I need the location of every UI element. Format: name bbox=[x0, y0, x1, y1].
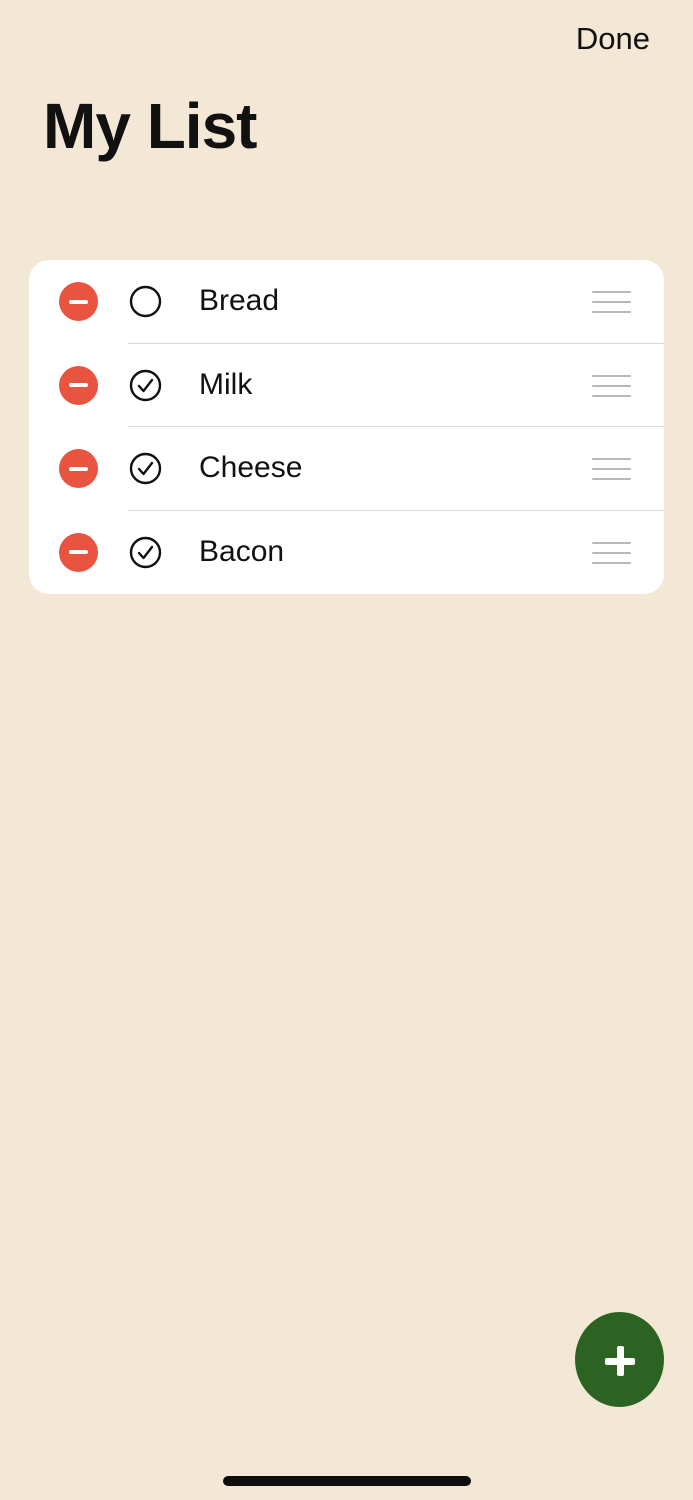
check-toggle[interactable] bbox=[129, 285, 162, 318]
done-button[interactable]: Done bbox=[576, 20, 650, 58]
checkmark-circle-icon bbox=[129, 536, 162, 568]
minus-icon bbox=[69, 466, 88, 471]
check-toggle[interactable] bbox=[129, 452, 162, 485]
list-item-label[interactable]: Milk bbox=[199, 364, 252, 406]
circle-icon bbox=[129, 285, 162, 318]
delete-item-button[interactable] bbox=[59, 282, 98, 321]
minus-icon bbox=[69, 299, 88, 304]
list-item: Cheese bbox=[29, 427, 664, 511]
add-item-button[interactable] bbox=[575, 1312, 664, 1407]
minus-icon bbox=[69, 550, 88, 554]
drag-handle-icon[interactable] bbox=[592, 541, 631, 564]
drag-handle-icon[interactable] bbox=[592, 458, 631, 480]
delete-item-button[interactable] bbox=[59, 449, 98, 488]
list-item-label[interactable]: Cheese bbox=[199, 447, 302, 489]
checkmark-circle-icon bbox=[129, 452, 162, 485]
list-item: Bread bbox=[29, 260, 664, 344]
list-item: Bacon bbox=[29, 511, 664, 595]
list-card: Bread Milk Cheese Bacon bbox=[29, 260, 664, 594]
check-toggle[interactable] bbox=[129, 369, 162, 402]
page-title: My List bbox=[43, 90, 257, 162]
drag-handle-icon[interactable] bbox=[592, 374, 631, 397]
delete-item-button[interactable] bbox=[59, 365, 98, 405]
list-item-label[interactable]: Bread bbox=[199, 280, 279, 322]
list-item: Milk bbox=[29, 344, 664, 427]
check-toggle[interactable] bbox=[129, 536, 162, 569]
list-item-label[interactable]: Bacon bbox=[199, 531, 284, 573]
checkmark-circle-icon bbox=[129, 369, 162, 401]
plus-icon bbox=[616, 1346, 624, 1376]
home-indicator[interactable] bbox=[223, 1476, 471, 1486]
drag-handle-icon[interactable] bbox=[592, 291, 631, 313]
minus-icon bbox=[69, 383, 88, 387]
delete-item-button[interactable] bbox=[59, 532, 98, 572]
